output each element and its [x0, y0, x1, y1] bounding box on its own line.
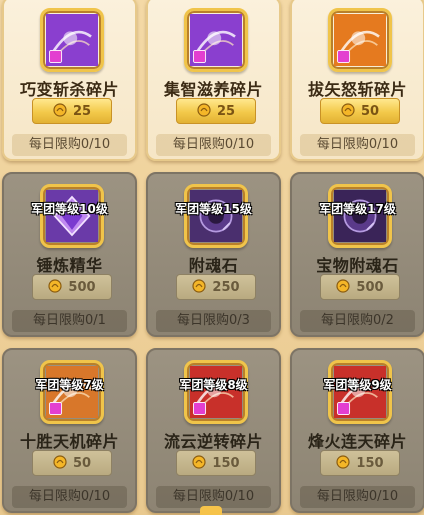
shop-item-card[interactable]: 军团等级7级十胜天机碎片 50 每日限购0/10	[2, 348, 137, 513]
shop-item-card[interactable]: 军团等级8级流云逆转碎片 150 每日限购0/10	[146, 348, 281, 513]
item-name: 巧变斩杀碎片	[19, 80, 119, 99]
buy-button[interactable]: 150	[176, 450, 256, 476]
item-price: 250	[212, 279, 240, 295]
level-requirement: 军团等级8级	[179, 378, 248, 392]
coin-icon	[53, 102, 67, 121]
orange-fragment-icon	[328, 8, 392, 72]
shop-item-card[interactable]: 军团等级17级宝物附魂石 500 每日限购0/2	[290, 172, 424, 337]
item-price: 50	[72, 455, 92, 471]
buy-button[interactable]: 25	[32, 98, 112, 124]
buy-button[interactable]: 25	[176, 98, 256, 124]
daily-limit: 每日限购0/2	[300, 310, 415, 332]
item-name: 宝物附魂石	[316, 256, 399, 275]
purple-fragment-icon	[40, 8, 104, 72]
item-price: 150	[356, 455, 384, 471]
item-price: 25	[72, 103, 92, 119]
level-requirement: 军团等级7级	[35, 378, 104, 392]
shop-item-card[interactable]: 集智滋养碎片 25 每日限购0/10	[146, 0, 281, 161]
buy-button[interactable]: 50	[32, 450, 112, 476]
coin-icon	[197, 102, 211, 121]
level-requirement: 军团等级17级	[319, 202, 396, 216]
coin-icon	[192, 278, 207, 297]
coin-icon	[192, 454, 207, 473]
shop-item-card[interactable]: 拔矢怒斩碎片 50 每日限购0/10	[290, 0, 424, 161]
buy-button[interactable]: 500	[32, 274, 112, 300]
shop-item-card[interactable]: 巧变斩杀碎片 25 每日限购0/10	[2, 0, 137, 161]
coin-icon	[336, 278, 351, 297]
buy-button[interactable]: 500	[320, 274, 400, 300]
item-price: 50	[360, 103, 380, 119]
item-name: 拔矢怒斩碎片	[307, 80, 407, 99]
daily-limit: 每日限购0/10	[300, 486, 415, 508]
shop-grid: 巧变斩杀碎片 25 每日限购0/10 集智滋养碎片 25 每日限购0/10 拔矢怒斩…	[0, 0, 424, 515]
buy-button[interactable]: 50	[320, 98, 400, 124]
scroll-indicator	[200, 506, 222, 515]
coin-icon	[48, 278, 63, 297]
item-name: 流云逆转碎片	[163, 432, 263, 451]
buy-button[interactable]: 150	[320, 450, 400, 476]
coin-icon	[336, 454, 351, 473]
item-price: 25	[216, 103, 236, 119]
item-name: 附魂石	[188, 256, 239, 275]
daily-limit: 每日限购0/10	[156, 134, 271, 156]
item-name: 集智滋养碎片	[163, 80, 263, 99]
level-requirement: 军团等级9级	[323, 378, 392, 392]
item-name: 锤炼精华	[36, 256, 103, 275]
shop-item-card[interactable]: 军团等级15级附魂石 250 每日限购0/3	[146, 172, 281, 337]
coin-icon	[341, 102, 355, 121]
item-price: 150	[212, 455, 240, 471]
item-price: 500	[356, 279, 384, 295]
daily-limit: 每日限购0/10	[156, 486, 271, 508]
daily-limit: 每日限购0/10	[300, 134, 415, 156]
daily-limit: 每日限购0/1	[12, 310, 127, 332]
daily-limit: 每日限购0/10	[12, 134, 127, 156]
item-price: 500	[68, 279, 96, 295]
item-name: 烽火连天碎片	[307, 432, 407, 451]
daily-limit: 每日限购0/10	[12, 486, 127, 508]
item-name: 十胜天机碎片	[19, 432, 119, 451]
daily-limit: 每日限购0/3	[156, 310, 271, 332]
shop-item-card[interactable]: 军团等级9级烽火连天碎片 150 每日限购0/10	[290, 348, 424, 513]
buy-button[interactable]: 250	[176, 274, 256, 300]
purple-fragment-icon	[184, 8, 248, 72]
coin-icon	[53, 454, 67, 473]
level-requirement: 军团等级15级	[175, 202, 252, 216]
shop-item-card[interactable]: 军团等级10级锤炼精华 500 每日限购0/1	[2, 172, 137, 337]
level-requirement: 军团等级10级	[31, 202, 108, 216]
